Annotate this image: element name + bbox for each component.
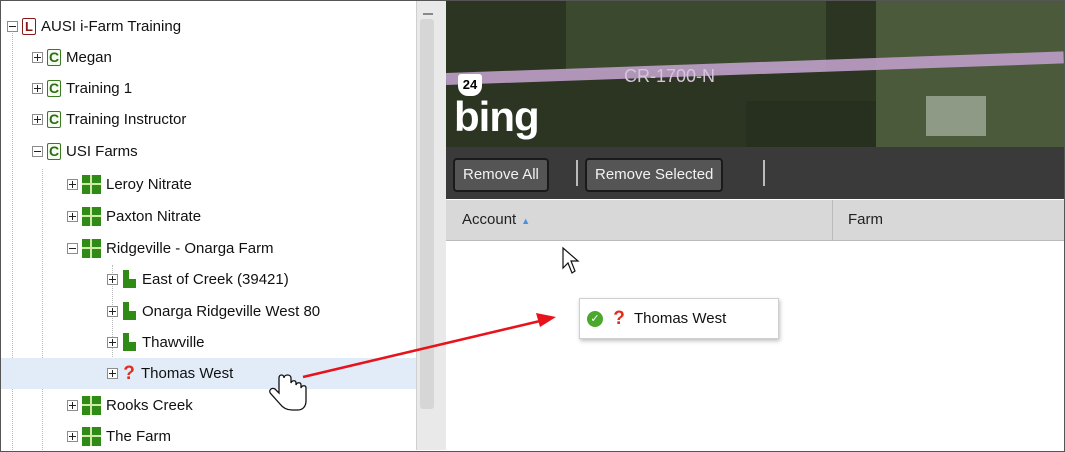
question-mark-icon: ?	[123, 363, 135, 384]
tree-node-east-of-creek[interactable]: East of Creek (39421)	[1, 264, 416, 295]
tree-node-onarga-ridgeville-west-80[interactable]: Onarga Ridgeville West 80	[1, 296, 416, 327]
map-buildings	[926, 96, 986, 136]
grid-header: Account ▲ Farm	[446, 200, 1064, 241]
expand-icon[interactable]	[107, 337, 118, 348]
tree-node-label: Paxton Nitrate	[106, 208, 202, 225]
client-icon: C	[47, 143, 61, 160]
field-icon	[122, 333, 137, 352]
tree-node-label: Onarga Ridgeville West 80	[142, 303, 321, 320]
question-mark-icon: ?	[613, 308, 625, 329]
tree-node-label: AUSI i-Farm Training	[41, 18, 182, 35]
expand-icon[interactable]	[32, 52, 43, 63]
column-header-account[interactable]: Account ▲	[446, 200, 833, 240]
column-header-label: Farm	[848, 211, 883, 228]
tree-node-leroy-nitrate[interactable]: Leroy Nitrate	[1, 169, 416, 200]
tree-node-label: Thomas West	[141, 365, 234, 382]
grid-body[interactable]	[446, 241, 1064, 450]
road-label: CR-1700-N	[624, 66, 716, 86]
tree-node-thomas-west[interactable]: ? Thomas West	[1, 358, 416, 389]
selection-toolbar: Remove All Remove Selected	[446, 147, 1064, 199]
expand-icon[interactable]	[107, 274, 118, 285]
drag-tooltip: ✓ ? Thomas West	[579, 298, 779, 339]
drag-tooltip-label: Thomas West	[634, 310, 727, 327]
expand-icon[interactable]	[67, 400, 78, 411]
collapse-icon[interactable]	[7, 21, 18, 32]
tree-node-ridgeville-onarga-farm[interactable]: Ridgeville - Onarga Farm	[1, 233, 416, 264]
field-icon	[122, 302, 137, 321]
expand-icon[interactable]	[67, 179, 78, 190]
farm-icon	[82, 239, 101, 258]
farm-icon	[82, 175, 101, 194]
collapse-icon[interactable]	[32, 146, 43, 157]
tree-node-label: Rooks Creek	[106, 397, 193, 414]
sort-ascending-icon: ▲	[521, 216, 531, 226]
column-header-farm[interactable]: Farm	[832, 200, 1064, 240]
tree-node-label: Ridgeville - Onarga Farm	[106, 240, 274, 257]
farm-tree: L AUSI i-Farm Training C Megan C Trainin…	[1, 1, 416, 450]
tree-node-usi-farms[interactable]: C USI Farms	[1, 136, 416, 167]
tree-node-training-instructor[interactable]: C Training Instructor	[1, 104, 416, 135]
tree-node-label: Training 1	[66, 80, 133, 97]
map-terrain	[746, 101, 876, 147]
farm-icon	[82, 207, 101, 226]
expand-icon[interactable]	[67, 211, 78, 222]
farm-icon	[82, 396, 101, 415]
tree-node-megan[interactable]: C Megan	[1, 42, 416, 73]
tree-node-ausi-ifarm-training[interactable]: L AUSI i-Farm Training	[1, 11, 416, 42]
field-icon	[122, 270, 137, 289]
check-icon: ✓	[587, 310, 603, 327]
panel-splitter[interactable]	[416, 1, 447, 450]
map-view[interactable]: CR-1700-N 24 bing	[446, 1, 1064, 147]
tree-node-label: The Farm	[106, 428, 172, 445]
tree-node-label: Thawville	[142, 334, 205, 351]
bing-logo: bing	[454, 93, 540, 140]
remove-selected-button[interactable]: Remove Selected	[585, 158, 724, 192]
expand-icon[interactable]	[67, 431, 78, 442]
tree-node-the-farm[interactable]: The Farm	[1, 421, 416, 452]
client-icon: C	[47, 111, 61, 128]
client-icon: C	[47, 80, 61, 97]
tree-node-rooks-creek[interactable]: Rooks Creek	[1, 390, 416, 421]
toolbar-separator	[576, 160, 578, 186]
column-header-label: Account	[462, 211, 517, 228]
tree-node-label: Megan	[66, 49, 112, 66]
expand-icon[interactable]	[32, 114, 43, 125]
tree-node-label: East of Creek (39421)	[142, 271, 289, 288]
collapse-handle[interactable]	[423, 13, 433, 15]
expand-icon[interactable]	[32, 83, 43, 94]
tree-node-label: USI Farms	[66, 143, 138, 160]
tree-node-label: Leroy Nitrate	[106, 176, 192, 193]
farm-icon	[82, 427, 101, 446]
client-icon: C	[47, 49, 61, 66]
toolbar-separator	[763, 160, 765, 186]
collapse-icon[interactable]	[67, 243, 78, 254]
location-icon: L	[22, 18, 36, 35]
tree-node-label: Training Instructor	[66, 111, 187, 128]
expand-icon[interactable]	[107, 306, 118, 317]
tree-scrollbar[interactable]	[420, 19, 434, 409]
tree-node-thawville[interactable]: Thawville	[1, 327, 416, 358]
expand-icon[interactable]	[107, 368, 118, 379]
remove-all-button[interactable]: Remove All	[453, 158, 549, 192]
tree-node-training-1[interactable]: C Training 1	[1, 73, 416, 104]
tree-node-paxton-nitrate[interactable]: Paxton Nitrate	[1, 201, 416, 232]
